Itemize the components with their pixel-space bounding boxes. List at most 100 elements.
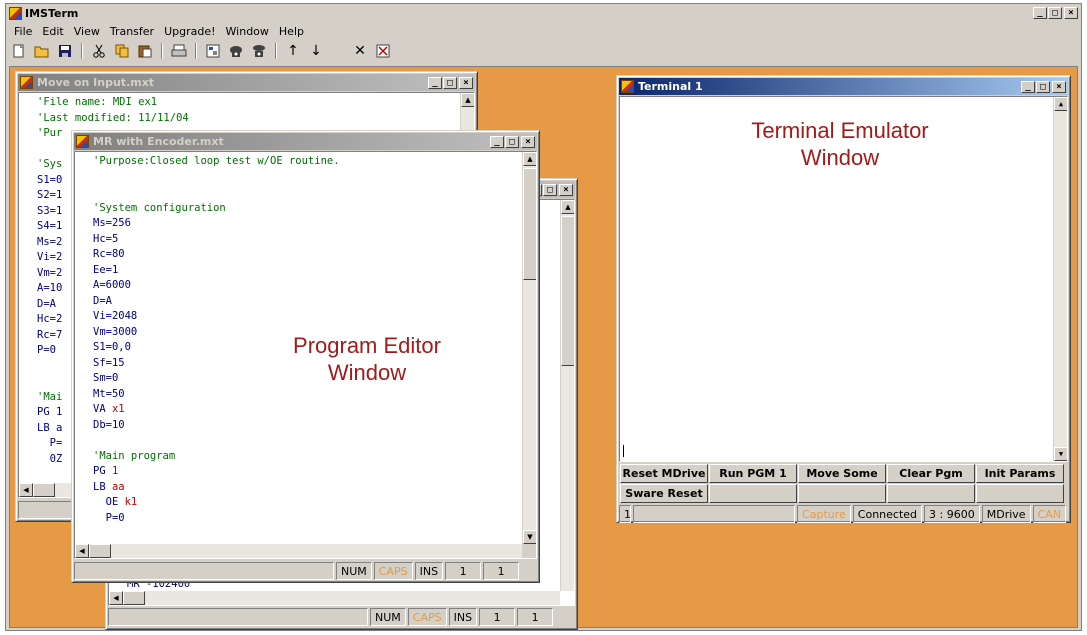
- can-indicator: CAN: [1032, 505, 1066, 523]
- connect-icon[interactable]: [227, 42, 245, 60]
- vertical-scrollbar[interactable]: ▲ ▼: [1053, 97, 1067, 461]
- horizontal-scrollbar[interactable]: ◀: [109, 591, 560, 605]
- device-type: MDrive: [981, 505, 1031, 523]
- paste-icon[interactable]: [136, 42, 154, 60]
- print-icon[interactable]: [170, 42, 188, 60]
- menu-upgrade[interactable]: Upgrade!: [159, 25, 220, 38]
- save-icon[interactable]: [56, 42, 74, 60]
- capture-indicator[interactable]: Capture: [797, 505, 851, 523]
- maximize-button[interactable]: □: [1036, 80, 1050, 93]
- vertical-scrollbar[interactable]: ▲ ▼: [522, 152, 536, 544]
- toolbar-separator: [81, 43, 83, 59]
- run-pgm-1-button[interactable]: Run PGM 1: [709, 464, 797, 483]
- horizontal-scrollbar[interactable]: ◀: [75, 544, 522, 558]
- maximize-button[interactable]: □: [505, 135, 519, 148]
- terminal-line-indicator: 1: [619, 505, 631, 523]
- download-icon[interactable]: ↓: [307, 42, 325, 60]
- move-some-button[interactable]: Move Some: [798, 464, 886, 483]
- scroll-up-icon[interactable]: ▲: [561, 200, 574, 214]
- caption-line: Window: [800, 145, 880, 170]
- baud-rate: 3 : 9600: [924, 505, 980, 523]
- scroll-up-icon[interactable]: ▲: [1054, 97, 1067, 111]
- close-button[interactable]: ×: [559, 183, 573, 196]
- num-indicator: NUM: [370, 608, 406, 626]
- scroll-thumb[interactable]: [89, 544, 111, 558]
- maximize-button[interactable]: □: [543, 183, 557, 196]
- scroll-up-icon[interactable]: ▲: [461, 93, 474, 107]
- minimize-button[interactable]: _: [1033, 7, 1047, 19]
- cut-icon[interactable]: [90, 42, 108, 60]
- empty-function-button[interactable]: [976, 484, 1064, 503]
- mdi-workspace: Move on Input.mxt _ □ × 'File name: MDI …: [9, 66, 1078, 630]
- code-line: OE k1: [93, 496, 138, 508]
- scroll-left-icon[interactable]: ◀: [19, 483, 33, 497]
- menu-file[interactable]: File: [9, 25, 37, 38]
- upload-icon[interactable]: ↑: [284, 42, 302, 60]
- scroll-left-icon[interactable]: ◀: [109, 591, 123, 605]
- properties-icon[interactable]: [204, 42, 222, 60]
- code-line: Db=10: [93, 418, 125, 431]
- terminal-screen[interactable]: ▲ ▼ Terminal Emulator Window: [619, 96, 1068, 462]
- minimize-button[interactable]: _: [428, 76, 442, 89]
- minimize-button[interactable]: _: [490, 135, 504, 148]
- maximize-button[interactable]: □: [443, 76, 457, 89]
- scroll-thumb[interactable]: [33, 483, 55, 497]
- disconnect-icon[interactable]: [250, 42, 268, 60]
- toolbar-separator: [195, 43, 197, 59]
- menu-transfer[interactable]: Transfer: [105, 25, 159, 38]
- app-titlebar[interactable]: IMSTerm _ □ ×: [6, 4, 1081, 22]
- menu-help[interactable]: Help: [274, 25, 309, 38]
- menu-edit[interactable]: Edit: [37, 25, 68, 38]
- open-folder-icon[interactable]: [33, 42, 51, 60]
- vertical-scrollbar[interactable]: ▲: [560, 200, 574, 591]
- scroll-down-icon[interactable]: ▼: [523, 530, 536, 544]
- empty-function-button[interactable]: [887, 484, 975, 503]
- toolbar-separator: [161, 43, 163, 59]
- toolbar-separator: [275, 43, 277, 59]
- menu-view[interactable]: View: [69, 25, 105, 38]
- mr-with-encoder-titlebar[interactable]: MR with Encoder.mxt _ □ ×: [74, 133, 537, 150]
- terminal-window: Terminal 1 _ □ × ▲ ▼ Terminal Emulator W…: [616, 75, 1071, 523]
- maximize-button[interactable]: □: [1048, 7, 1062, 19]
- close-button[interactable]: ×: [521, 135, 535, 148]
- empty-function-button[interactable]: [798, 484, 886, 503]
- function-button-panel: Reset MDrive Run PGM 1 Move Some Clear P…: [620, 464, 1064, 503]
- toolbar-separator: [332, 43, 334, 59]
- scroll-thumb[interactable]: [123, 591, 145, 605]
- menu-window[interactable]: Window: [221, 25, 274, 38]
- ins-indicator: INS: [414, 562, 444, 580]
- line-number: 1: [445, 562, 482, 580]
- code-line: LB aa: [93, 480, 125, 493]
- scroll-thumb[interactable]: [561, 216, 574, 366]
- close-button[interactable]: ×: [1052, 80, 1066, 93]
- new-file-icon[interactable]: [10, 42, 28, 60]
- scroll-thumb[interactable]: [523, 168, 536, 280]
- stop-box-icon[interactable]: [374, 42, 392, 60]
- clear-pgm-button[interactable]: Clear Pgm: [887, 464, 975, 483]
- empty-function-button[interactable]: [709, 484, 797, 503]
- terminal-titlebar[interactable]: Terminal 1 _ □ ×: [619, 78, 1068, 95]
- scroll-left-icon[interactable]: ◀: [75, 544, 89, 558]
- move-on-input-titlebar[interactable]: Move on Input.mxt _ □ ×: [18, 74, 475, 91]
- code-line: Rc=80: [93, 248, 125, 260]
- code-line: D=A: [93, 294, 112, 307]
- reset-mdrive-button[interactable]: Reset MDrive: [620, 464, 708, 483]
- init-params-button[interactable]: Init Params: [976, 464, 1064, 483]
- scroll-up-icon[interactable]: ▲: [523, 152, 536, 166]
- close-button[interactable]: ×: [1064, 7, 1078, 19]
- caps-indicator: CAPS: [373, 562, 413, 580]
- caps-indicator: CAPS: [407, 608, 447, 626]
- terminal-statusbar: 1 Capture Connected 3 : 9600 MDrive CAN: [619, 505, 1068, 523]
- close-button[interactable]: ×: [459, 76, 473, 89]
- close-x-icon[interactable]: ✕: [351, 42, 369, 60]
- copy-icon[interactable]: [113, 42, 131, 60]
- minimize-button[interactable]: _: [1021, 80, 1035, 93]
- sware-reset-button[interactable]: Sware Reset: [620, 484, 708, 503]
- scroll-down-icon[interactable]: ▼: [1054, 447, 1067, 461]
- app-window-controls: _ □ ×: [1033, 7, 1078, 19]
- code-line: 'System configuration: [93, 201, 226, 214]
- connection-status: Connected: [852, 505, 923, 523]
- code-line: Hc=5: [93, 232, 119, 245]
